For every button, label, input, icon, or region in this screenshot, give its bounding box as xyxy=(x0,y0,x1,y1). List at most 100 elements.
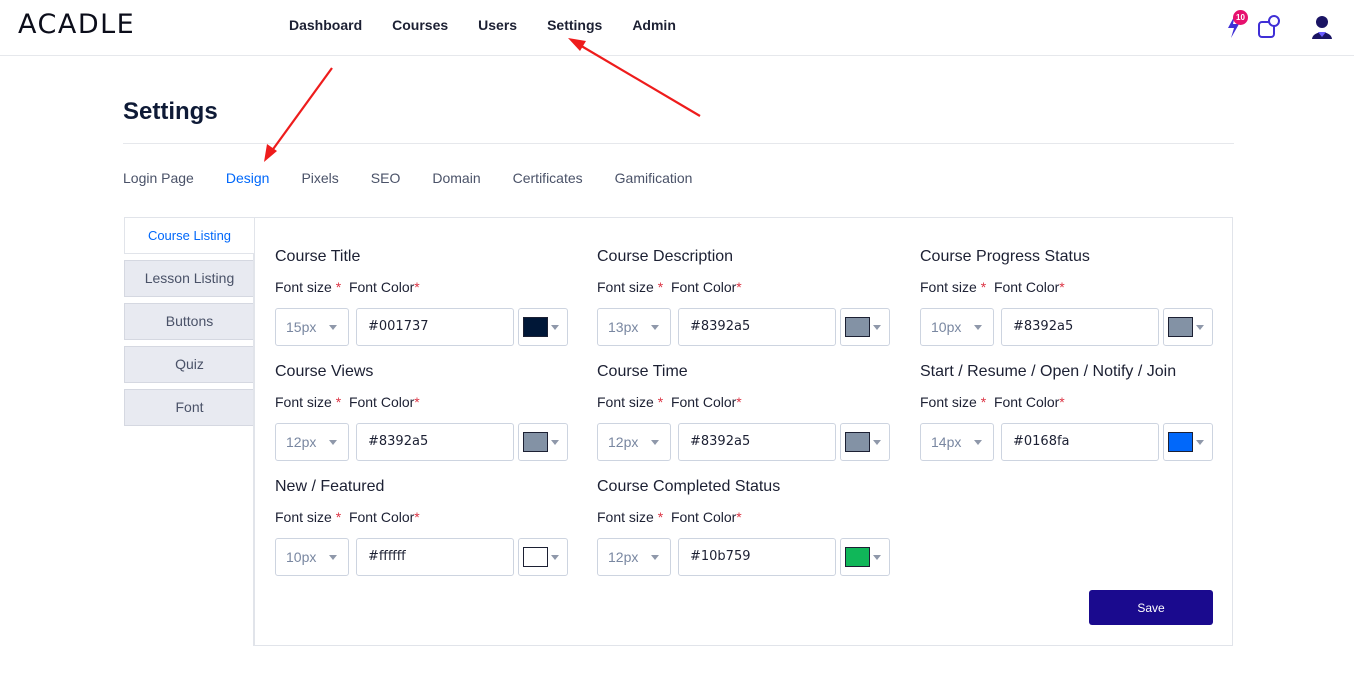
nav-admin[interactable]: Admin xyxy=(632,17,676,33)
nav-dashboard[interactable]: Dashboard xyxy=(289,17,362,33)
group-course-views: Course Views Font size * Font Color* 12p… xyxy=(275,363,575,461)
font-size-select[interactable]: 15px xyxy=(275,308,349,346)
chevron-down-icon xyxy=(551,555,559,560)
font-size-label: Font size xyxy=(275,279,332,295)
divider xyxy=(123,143,1234,144)
font-color-input[interactable]: #8392a5 xyxy=(356,423,514,461)
group-controls: 12px #8392a5 xyxy=(275,423,575,461)
color-picker[interactable] xyxy=(840,538,890,576)
font-color-input[interactable]: #001737 xyxy=(356,308,514,346)
color-picker[interactable] xyxy=(1163,423,1213,461)
tab-seo[interactable]: SEO xyxy=(371,170,401,186)
sidemenu-quiz[interactable]: Quiz xyxy=(124,346,254,383)
group-title: New / Featured xyxy=(275,478,385,495)
group-title: Course Progress Status xyxy=(920,248,1090,265)
color-picker[interactable] xyxy=(518,423,568,461)
tab-pixels[interactable]: Pixels xyxy=(301,170,338,186)
tab-design[interactable]: Design xyxy=(226,170,270,186)
font-size-select[interactable]: 12px xyxy=(597,538,671,576)
required-mark: * xyxy=(980,279,987,295)
save-button[interactable]: Save xyxy=(1089,590,1213,625)
font-color-input[interactable]: #8392a5 xyxy=(1001,308,1159,346)
group-labels: Font size * Font Color* xyxy=(275,279,575,299)
group-course-completed-status: Course Completed Status Font size * Font… xyxy=(597,478,897,576)
group-controls: 13px #8392a5 xyxy=(597,308,897,346)
color-swatch xyxy=(1168,317,1193,337)
font-color-input[interactable]: #ffffff xyxy=(356,538,514,576)
required-mark: * xyxy=(1059,394,1065,410)
font-size-value: 12px xyxy=(608,434,639,450)
nav-users[interactable]: Users xyxy=(478,17,517,33)
sidemenu-course-listing[interactable]: Course Listing xyxy=(124,217,254,254)
nav-courses[interactable]: Courses xyxy=(392,17,448,33)
color-swatch xyxy=(523,432,548,452)
font-size-value: 12px xyxy=(286,434,317,450)
color-picker[interactable] xyxy=(518,538,568,576)
group-title: Start / Resume / Open / Notify / Join xyxy=(920,363,1177,380)
group-controls: 10px #ffffff xyxy=(275,538,575,576)
font-size-label: Font size xyxy=(597,279,654,295)
font-color-input[interactable]: #8392a5 xyxy=(678,423,836,461)
tab-login-page[interactable]: Login Page xyxy=(123,170,194,186)
color-picker[interactable] xyxy=(1163,308,1213,346)
design-sidemenu: Course Listing Lesson Listing Buttons Qu… xyxy=(124,217,254,432)
shapes-icon[interactable] xyxy=(1257,14,1281,40)
required-mark: * xyxy=(736,509,742,525)
group-title: Course Title xyxy=(275,248,361,265)
annotation-arrow-design xyxy=(264,67,333,162)
font-size-value: 10px xyxy=(286,549,317,565)
font-color-label: Font Color xyxy=(348,279,415,295)
group-controls: 15px #001737 xyxy=(275,308,575,346)
required-mark: * xyxy=(736,279,742,295)
user-icon[interactable] xyxy=(1311,14,1333,40)
sidemenu-buttons[interactable]: Buttons xyxy=(124,303,254,340)
tab-certificates[interactable]: Certificates xyxy=(513,170,583,186)
font-color-label: Font Color xyxy=(348,509,415,525)
font-size-select[interactable]: 10px xyxy=(275,538,349,576)
group-new-featured: New / Featured Font size * Font Color* 1… xyxy=(275,478,575,576)
tab-gamification[interactable]: Gamification xyxy=(615,170,693,186)
group-controls: 12px #10b759 xyxy=(597,538,897,576)
font-size-select[interactable]: 12px xyxy=(597,423,671,461)
font-size-label: Font size xyxy=(920,394,977,410)
color-picker[interactable] xyxy=(840,423,890,461)
chevron-down-icon xyxy=(329,555,337,560)
required-mark: * xyxy=(335,509,342,525)
tab-domain[interactable]: Domain xyxy=(432,170,480,186)
font-color-label: Font Color xyxy=(993,279,1060,295)
chevron-down-icon xyxy=(651,555,659,560)
color-swatch xyxy=(845,547,870,567)
sidemenu-font[interactable]: Font xyxy=(124,389,254,426)
group-title: Course Completed Status xyxy=(597,478,781,495)
page-title: Settings xyxy=(123,98,218,125)
nav-settings[interactable]: Settings xyxy=(547,17,602,33)
color-swatch xyxy=(523,547,548,567)
color-picker[interactable] xyxy=(840,308,890,346)
group-labels: Font size * Font Color* xyxy=(597,509,897,529)
top-navbar: ACADLE Dashboard Courses Users Settings … xyxy=(0,0,1354,56)
font-size-value: 15px xyxy=(286,319,317,335)
required-mark: * xyxy=(657,509,664,525)
required-mark: * xyxy=(414,509,420,525)
color-picker[interactable] xyxy=(518,308,568,346)
font-size-label: Font size xyxy=(920,279,977,295)
font-color-input[interactable]: #0168fa xyxy=(1001,423,1159,461)
font-size-select[interactable]: 10px xyxy=(920,308,994,346)
required-mark: * xyxy=(414,279,420,295)
main-nav: Dashboard Courses Users Settings Admin xyxy=(289,17,706,33)
font-color-label: Font Color xyxy=(993,394,1060,410)
sidemenu-lesson-listing[interactable]: Lesson Listing xyxy=(124,260,254,297)
chevron-down-icon xyxy=(651,440,659,445)
chevron-down-icon xyxy=(974,325,982,330)
font-size-select[interactable]: 13px xyxy=(597,308,671,346)
font-color-input[interactable]: #8392a5 xyxy=(678,308,836,346)
chevron-down-icon xyxy=(974,440,982,445)
required-mark: * xyxy=(1059,279,1065,295)
required-mark: * xyxy=(335,279,342,295)
chevron-down-icon xyxy=(651,325,659,330)
font-size-select[interactable]: 12px xyxy=(275,423,349,461)
font-size-select[interactable]: 14px xyxy=(920,423,994,461)
font-color-input[interactable]: #10b759 xyxy=(678,538,836,576)
color-swatch xyxy=(1168,432,1193,452)
logo[interactable]: ACADLE xyxy=(18,9,135,40)
